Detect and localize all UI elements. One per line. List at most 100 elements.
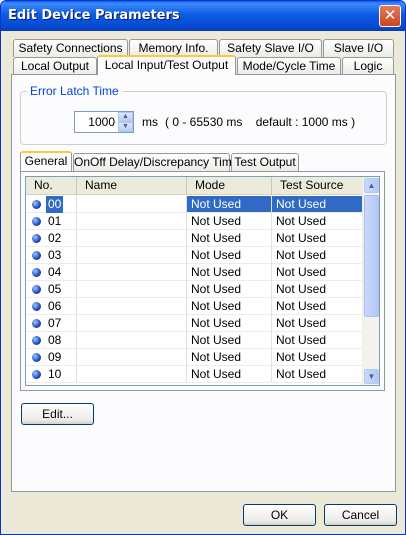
cell-name [77,298,187,315]
io-status-icon [32,302,41,311]
cell-name [77,366,187,383]
error-latch-label: Error Latch Time [27,84,122,98]
error-latch-value[interactable]: 1000 [88,115,115,129]
io-status-icon [32,217,41,226]
tab-safety-slave-io[interactable]: Safety Slave I/O [219,39,322,57]
dialog-window: Edit Device Parameters ✕ Safety Connecti… [0,0,406,535]
cell-mode: Not Used [187,213,272,230]
cell-no: 04 [26,264,77,281]
table-row[interactable]: 01 Not Used Not Used [26,213,363,230]
spin-up-icon[interactable]: ▲ [118,112,133,122]
cell-no: 08 [26,332,77,349]
io-status-icon [32,353,41,362]
cell-name [77,213,187,230]
error-latch-spinner[interactable]: 1000 ▲ ▼ [74,111,134,133]
cell-mode: Not Used [187,264,272,281]
table-row[interactable]: 10 Not Used Not Used [26,366,363,383]
table-row[interactable]: 02 Not Used Not Used [26,230,363,247]
cell-name [77,230,187,247]
cell-mode: Not Used [187,366,272,383]
cell-no: 09 [26,349,77,366]
table-row[interactable]: 06 Not Used Not Used [26,298,363,315]
tab-mode-cycle-time[interactable]: Mode/Cycle Time [237,57,341,75]
tab-local-output[interactable]: Local Output [13,57,97,75]
cell-name [77,247,187,264]
cell-mode: Not Used [187,247,272,264]
subtab-test-output[interactable]: Test Output [231,153,299,171]
cell-test-source: Not Used [272,315,363,332]
cell-name [77,264,187,281]
io-list-view[interactable]: No. Name Mode Test Source 00 Not Used Not … [25,176,380,386]
error-latch-group: Error Latch Time 1000 ▲ ▼ ms ( 0 - 65530… [20,84,387,145]
scroll-up-icon[interactable]: ▲ [364,178,379,193]
cell-mode: Not Used [187,349,272,366]
col-mode[interactable]: Mode [187,177,272,195]
io-status-icon [32,370,41,379]
table-row[interactable]: 09 Not Used Not Used [26,349,363,366]
cell-name [77,332,187,349]
io-status-icon [32,268,41,277]
tab-logic[interactable]: Logic [342,57,394,75]
tab-slave-io[interactable]: Slave I/O [323,39,394,57]
cell-test-source: Not Used [272,281,363,298]
cell-mode: Not Used [187,298,272,315]
title-bar[interactable]: Edit Device Parameters ✕ [1,1,405,31]
col-name[interactable]: Name [77,177,187,195]
cell-name [77,281,187,298]
cell-name [77,196,187,213]
window-title: Edit Device Parameters [8,8,180,23]
spinner-buttons: ▲ ▼ [118,112,133,132]
subtab-general[interactable]: General [20,151,72,171]
cell-test-source: Not Used [272,264,363,281]
range-label: ( 0 - 65530 ms default : 1000 ms ) [165,115,356,129]
spin-down-icon[interactable]: ▼ [118,122,133,132]
cell-no: 10 [26,366,77,383]
table-row[interactable]: 08 Not Used Not Used [26,332,363,349]
cell-name [77,315,187,332]
cell-mode: Not Used [187,315,272,332]
cell-no: 03 [26,247,77,264]
cell-test-source: Not Used [272,213,363,230]
cell-test-source: Not Used [272,247,363,264]
tab-local-input-test-output[interactable]: Local Input/Test Output [97,55,236,75]
io-status-icon [32,319,41,328]
cell-test-source: Not Used [272,298,363,315]
subtab-onoff-delay[interactable]: OnOff Delay/Discrepancy Time [73,153,239,171]
cancel-button[interactable]: Cancel [324,504,397,526]
cell-test-source: Not Used [272,349,363,366]
col-test-source[interactable]: Test Source [272,177,363,195]
cell-test-source: Not Used [272,332,363,349]
cell-no: 05 [26,281,77,298]
table-row[interactable]: 03 Not Used Not Used [26,247,363,264]
io-status-icon [32,234,41,243]
vertical-scrollbar[interactable]: ▲ ▼ [362,177,379,385]
table-row[interactable]: 04 Not Used Not Used [26,264,363,281]
io-status-icon [32,200,41,209]
io-status-icon [32,336,41,345]
cell-mode: Not Used [187,196,272,213]
ok-button[interactable]: OK [243,504,316,526]
cell-name [77,349,187,366]
table-row[interactable]: 05 Not Used Not Used [26,281,363,298]
cell-test-source: Not Used [272,196,363,213]
col-no[interactable]: No. [26,177,77,195]
general-subpanel: No. Name Mode Test Source 00 Not Used Not … [20,171,385,391]
cell-test-source: Not Used [272,366,363,383]
list-header: No. Name Mode Test Source [26,177,363,195]
cell-test-source: Not Used [272,230,363,247]
close-button[interactable]: ✕ [379,5,401,27]
cell-no: 00 [26,196,77,213]
cell-no: 07 [26,315,77,332]
cell-mode: Not Used [187,281,272,298]
io-status-icon [32,285,41,294]
table-row[interactable]: 07 Not Used Not Used [26,315,363,332]
tab-panel: Error Latch Time 1000 ▲ ▼ ms ( 0 - 65530… [11,74,396,492]
scroll-thumb[interactable] [364,195,379,317]
io-status-icon [32,251,41,260]
table-row[interactable]: 00 Not Used Not Used [26,196,363,213]
cell-mode: Not Used [187,332,272,349]
unit-label: ms [142,115,158,129]
scroll-down-icon[interactable]: ▼ [364,369,379,384]
edit-button[interactable]: Edit... [21,403,94,425]
cell-no: 02 [26,230,77,247]
